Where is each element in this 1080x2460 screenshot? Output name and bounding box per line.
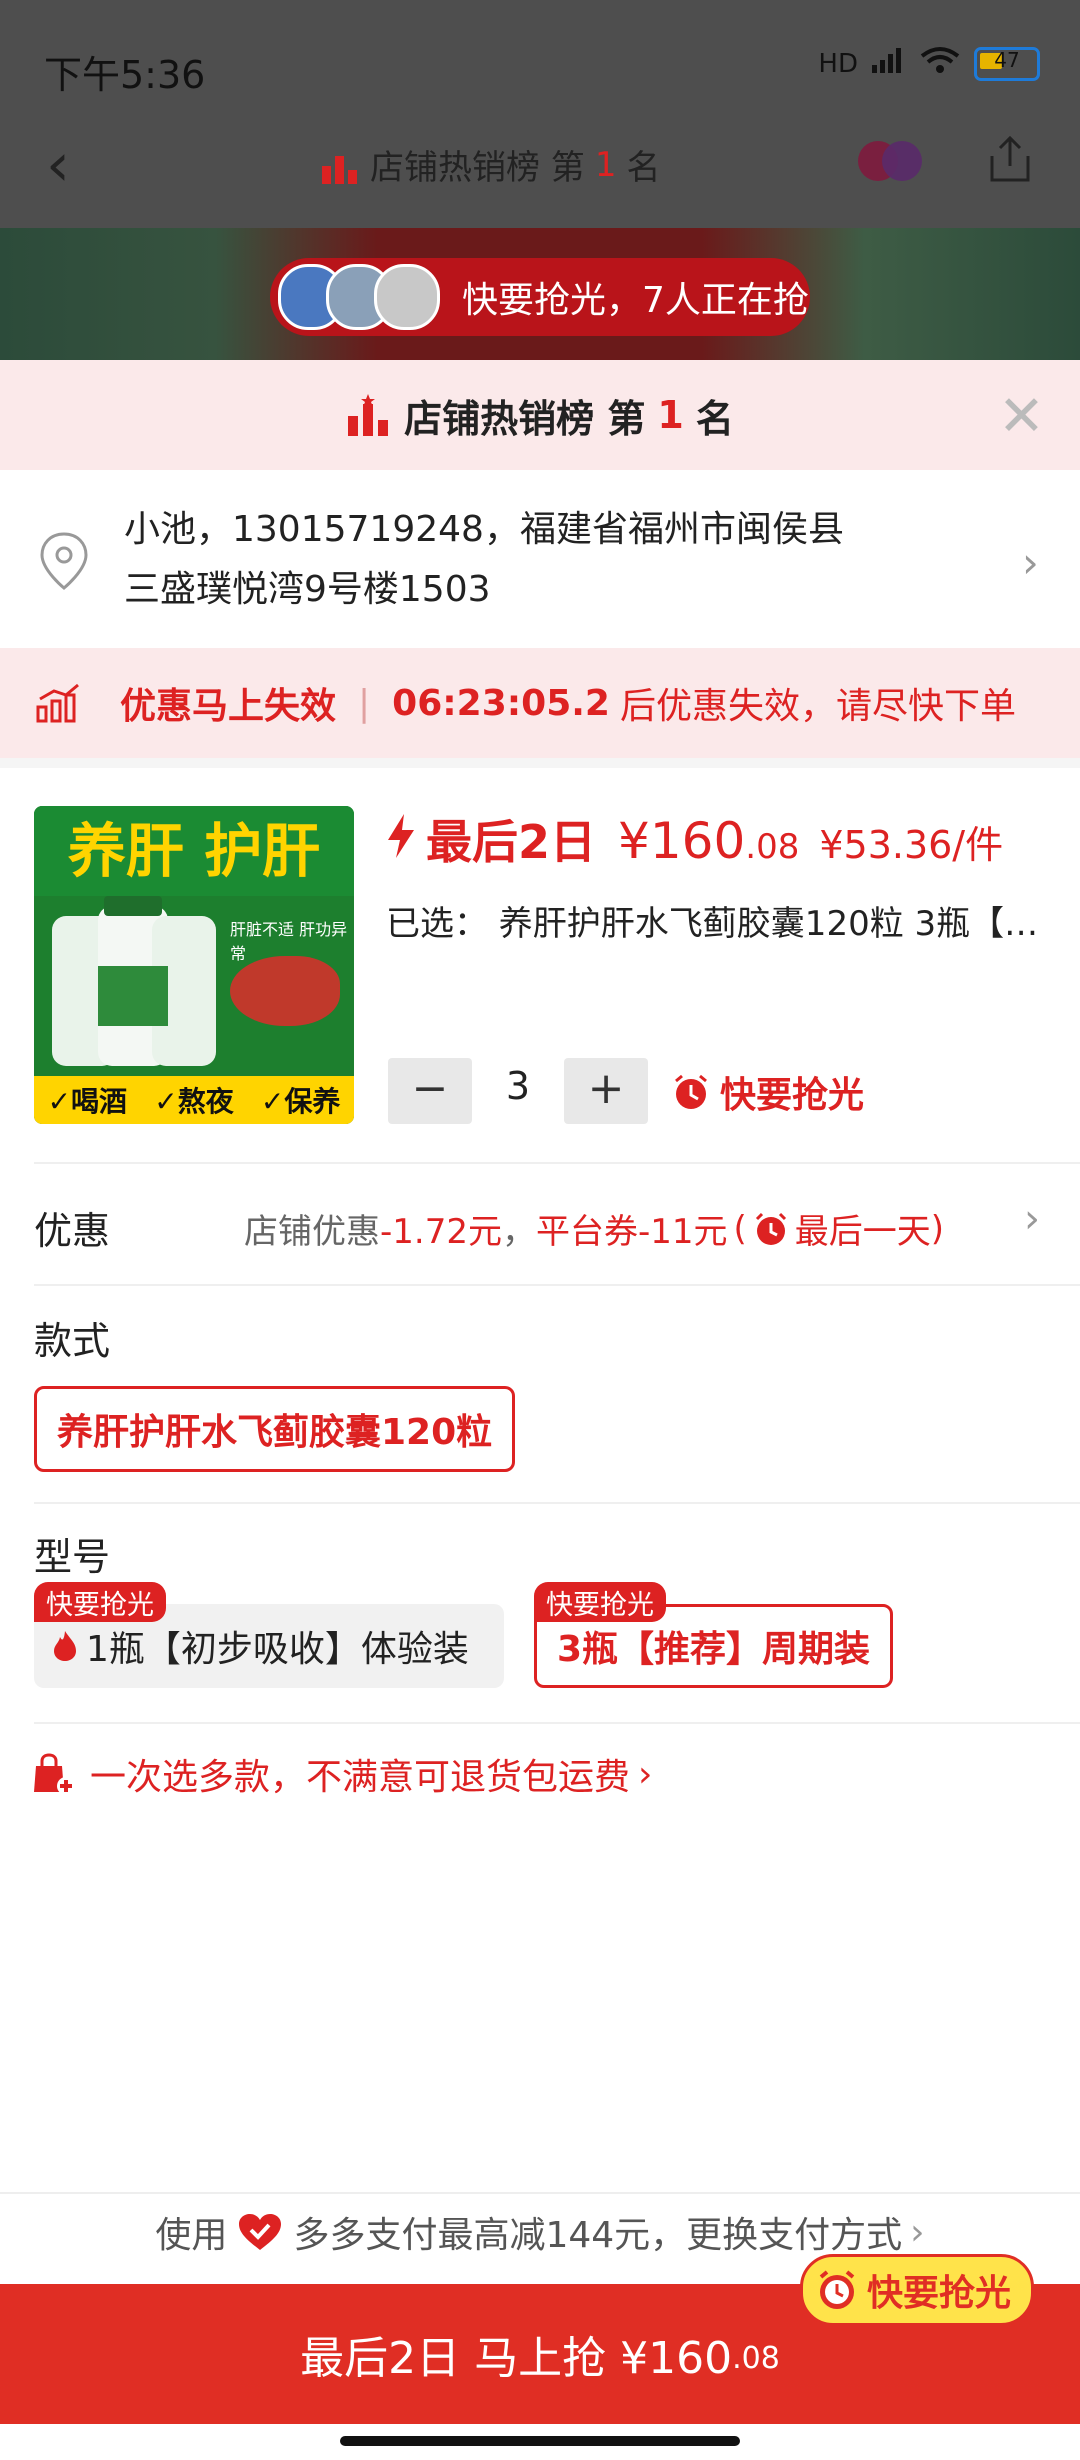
- expire-timer: 06:23:05.2: [392, 682, 610, 724]
- shopping-bag-plus-icon: [34, 1753, 75, 1795]
- store-discount-value: -1.72元: [380, 1212, 502, 1252]
- discount-row[interactable]: 店铺优惠 -1.72元 ， 平台券-11元 ( 最后一天 ): [244, 1204, 944, 1253]
- selected-variant: 已选： 养肝护肝水飞蓟胶囊120粒 3瓶【推荐】周期装: [386, 904, 1046, 944]
- lightning-icon: [388, 814, 414, 858]
- expire-label: 优惠马上失效: [120, 686, 337, 727]
- price-integer: ¥160: [618, 812, 746, 870]
- chevron-right-icon: ›: [1024, 1196, 1040, 1242]
- store-discount-label: 店铺优惠: [244, 1212, 380, 1252]
- nav-title-suffix: 名: [626, 148, 661, 188]
- rank-banner-number: 1: [657, 393, 684, 437]
- image-tag: ✓保养: [260, 1085, 341, 1118]
- hot-tag: 快要抢光: [34, 1582, 166, 1622]
- hot-selling-label: 快要抢光: [720, 1075, 865, 1116]
- buyer-avatars: [278, 264, 440, 330]
- divider: [0, 2192, 1080, 2194]
- product-image-title: 养肝 护肝: [34, 806, 354, 896]
- shop-logo-icon[interactable]: [856, 136, 926, 186]
- nav-title-rank: 1: [594, 144, 617, 185]
- hot-selling-label: 快要抢光: [867, 2273, 1012, 2314]
- hot-tag: 快要抢光: [534, 1582, 666, 1622]
- address-text: 小池，13015719248，福建省福州市闽侯县 三盛璞悦湾9号楼1503: [124, 500, 984, 620]
- alarm-clock-icon: [755, 1212, 786, 1245]
- quantity-decrement-button[interactable]: −: [388, 1058, 472, 1124]
- price-decimal: .08: [745, 827, 800, 867]
- multi-select-notice[interactable]: 一次选多款，不满意可退货包运费 ›: [30, 1748, 652, 1800]
- price-deadline: 最后2日: [426, 815, 597, 869]
- location-pin-icon: [36, 530, 92, 596]
- platform-coupon: 平台券-11元: [535, 1212, 728, 1252]
- divider: [34, 1284, 1080, 1286]
- expire-suffix: 后优惠失效，请尽快下单: [619, 686, 1016, 727]
- battery-icon: 47: [974, 46, 1040, 81]
- wifi-icon: [920, 46, 960, 81]
- product-image[interactable]: 养肝 护肝 肝脏不适 肝功异常 ✓喝酒 ✓熬夜 ✓保养: [34, 806, 354, 1124]
- style-option-selected[interactable]: 养肝护肝水飞蓟胶囊120粒: [34, 1386, 516, 1472]
- alarm-clock-icon: [819, 2270, 855, 2309]
- image-tag: ✓喝酒: [47, 1085, 128, 1118]
- quantity-value[interactable]: 3: [496, 1064, 540, 1108]
- signal-icon: [872, 47, 906, 80]
- ranking-icon: [322, 155, 357, 184]
- rank-banner-prefix: 店铺热销榜 第: [404, 396, 646, 441]
- coupon-deadline: 最后一天: [794, 1212, 931, 1252]
- nav-title-prefix: 店铺热销榜 第: [370, 148, 585, 188]
- share-icon[interactable]: [984, 134, 1036, 186]
- chevron-right-icon: ›: [1022, 538, 1039, 587]
- buy-button-decimal: .08: [732, 2340, 780, 2376]
- trend-chart-icon: [36, 683, 79, 723]
- alarm-clock-icon: [675, 1074, 707, 1109]
- multi-select-text: 一次选多款，不满意可退货包运费: [90, 1757, 631, 1798]
- expire-bar: 优惠马上失效 | 06:23:05.2 后优惠失效，请尽快下单: [0, 648, 1080, 758]
- chevron-right-icon: ›: [910, 2211, 925, 2253]
- paren-close: ): [930, 1208, 945, 1249]
- back-button[interactable]: ‹: [46, 130, 70, 200]
- paren-open: (: [733, 1208, 747, 1249]
- rank-banner-suffix: 名: [695, 396, 734, 441]
- battery-level: 47: [994, 47, 1020, 72]
- model-option-1-label: 1瓶【初步吸收】体验装: [86, 1629, 469, 1670]
- rank-banner: 店铺热销榜 第1名: [0, 360, 1080, 470]
- hot-selling-badge: 快要抢光: [800, 2254, 1035, 2326]
- style-label: 款式: [34, 1319, 111, 1363]
- chevron-right-icon: ›: [638, 1753, 653, 1795]
- discount-separator: ，: [501, 1212, 536, 1252]
- status-time: 下午5:36: [44, 53, 206, 97]
- heart-check-icon: [239, 2214, 282, 2250]
- payment-text: 多多支付最高减144元，更换支付方式: [293, 2215, 903, 2256]
- divider: [34, 1162, 1080, 1164]
- section-gap: [0, 758, 1080, 768]
- flame-icon: [54, 1631, 76, 1661]
- home-indicator[interactable]: [340, 2436, 740, 2446]
- quantity-increment-button[interactable]: +: [564, 1058, 648, 1124]
- product-image-tags: ✓喝酒 ✓熬夜 ✓保养: [34, 1076, 354, 1124]
- discount-label: 优惠: [34, 1209, 111, 1253]
- hot-selling-badge: 快要抢光: [672, 1066, 864, 1118]
- image-tag: ✓熬夜: [154, 1085, 234, 1118]
- unit-price: ¥53.36/件: [819, 823, 1004, 867]
- product-bottles-illustration: [52, 896, 216, 1066]
- liver-icon: [230, 956, 340, 1026]
- payment-method-row[interactable]: 使用 多多支付最高减144元，更换支付方式 ›: [0, 2206, 1080, 2258]
- buy-button-label: 最后2日 马上抢 ¥160: [300, 2333, 733, 2384]
- expire-separator: |: [358, 682, 371, 724]
- grab-banner: 快要抢光，7人正在抢: [270, 258, 810, 336]
- divider: [34, 1722, 1080, 1724]
- close-icon[interactable]: ✕: [998, 384, 1045, 449]
- model-label: 型号: [34, 1535, 111, 1579]
- nav-title: 店铺热销榜 第1名: [320, 140, 660, 189]
- grab-banner-text: 快要抢光，7人正在抢: [462, 280, 809, 321]
- ranking-icon: [348, 394, 389, 436]
- network-label: HD: [818, 48, 858, 79]
- avatar: [374, 264, 440, 330]
- payment-prefix: 使用: [155, 2215, 228, 2256]
- address-line1: 小池，13015719248，福建省福州市闽侯县: [124, 509, 844, 550]
- price-line: 最后2日 ¥160 .08 ¥53.36/件: [386, 806, 1003, 872]
- address-line2: 三盛璞悦湾9号楼1503: [124, 569, 491, 610]
- divider: [34, 1502, 1080, 1504]
- status-bar-icons: HD 47: [818, 46, 1040, 81]
